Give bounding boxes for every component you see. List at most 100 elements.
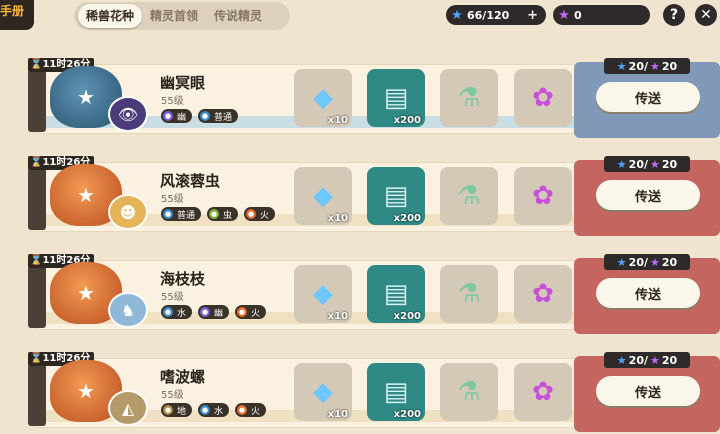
reward-crystal[interactable]: ◆ x10 — [294, 363, 352, 421]
type-badges: ● 幽 ● 普通 — [161, 109, 239, 123]
blue-star-icon: ★ — [616, 353, 627, 367]
type-badge: ● 普通 — [198, 109, 239, 123]
purple-star-icon: ★ — [650, 353, 660, 367]
side-strip — [28, 266, 46, 328]
type-badge: ● 火 — [235, 305, 267, 319]
send-cost: ★ 20/★ 20 — [604, 254, 690, 270]
pet-portrait: ☻ — [108, 194, 148, 230]
book-icon: ▤ — [383, 181, 409, 211]
pet-portrait: ◭ — [108, 390, 148, 426]
reward-crystal[interactable]: ◆ x10 — [294, 265, 352, 323]
item-quantity: x200 — [393, 311, 421, 322]
purple-star-icon: ★ — [650, 59, 660, 73]
fire-type-icon: ● — [246, 209, 257, 219]
reward-potion[interactable]: ⚗ — [440, 363, 498, 421]
type-badges: ● 地 ● 水 ● 火 — [161, 403, 267, 417]
side-strip — [28, 364, 46, 426]
tab-rare-beast-seeds[interactable]: 稀兽花种 — [78, 4, 143, 28]
reward-potion[interactable]: ⚗ — [440, 167, 498, 225]
crystal-icon: ◆ — [313, 83, 333, 113]
reward-emblem[interactable]: ✿ — [514, 363, 572, 421]
send-cost: ★ 20/★ 20 — [604, 58, 690, 74]
top-bar: 手册 稀兽花种 精灵首领 传说精灵 ★ 66/120 + ★ 0 ? ✕ — [0, 0, 720, 34]
side-strip — [28, 168, 46, 230]
pet-level: 55级 — [161, 390, 184, 401]
crystal-icon: ◆ — [313, 377, 333, 407]
reward-crystal[interactable]: ◆ x10 — [294, 69, 352, 127]
close-button[interactable]: ✕ — [695, 4, 717, 26]
emblem-icon: ✿ — [532, 83, 554, 113]
tab-legendary-spirits[interactable]: 传说精灵 — [206, 4, 270, 28]
ground-type-icon: ● — [163, 405, 173, 415]
send-button[interactable]: 传送 — [596, 376, 700, 406]
blue-star-currency: ★ 66/120 + — [446, 5, 546, 25]
item-quantity: x10 — [327, 213, 348, 224]
fire-type-icon: ● — [237, 405, 248, 415]
pet-level: 55级 — [161, 292, 184, 303]
help-button[interactable]: ? — [663, 4, 685, 26]
send-button[interactable]: 传送 — [596, 278, 700, 308]
book-icon: ▤ — [383, 279, 409, 309]
item-quantity: x10 — [327, 311, 348, 322]
reward-potion[interactable]: ⚗ — [440, 265, 498, 323]
purple-star-icon: ★ — [650, 255, 660, 269]
bug-type-icon: ● — [209, 209, 220, 219]
type-badge: ● 火 — [244, 207, 276, 221]
emblem-icon: ✿ — [532, 377, 554, 407]
purple-star-icon: ★ — [558, 7, 570, 23]
ghost-type-icon: ● — [163, 111, 173, 121]
type-badge: ● 普通 — [161, 207, 202, 221]
item-quantity: x10 — [327, 115, 348, 126]
reward-emblem[interactable]: ✿ — [514, 265, 572, 323]
ghost-type-icon: ● — [200, 307, 211, 317]
fire-type-icon: ● — [237, 307, 248, 317]
type-badge: ● 水 — [198, 403, 230, 417]
item-quantity: x200 — [393, 213, 421, 224]
tab-spirit-leaders[interactable]: 精灵首领 — [142, 4, 206, 28]
send-cost: ★ 20/★ 20 — [604, 352, 690, 368]
pet-portrait: ♞ — [108, 292, 148, 328]
potion-icon: ⚗ — [457, 377, 481, 407]
purple-star-count: 0 — [574, 8, 582, 22]
pet-name: 嗜波螺 — [160, 368, 206, 386]
potion-icon: ⚗ — [457, 83, 481, 113]
reward-emblem[interactable]: ✿ — [514, 167, 572, 225]
blue-star-icon: ★ — [451, 7, 463, 23]
type-badge: ● 水 — [161, 305, 193, 319]
send-button[interactable]: 传送 — [596, 180, 700, 210]
blue-star-count: 66/120 — [467, 8, 510, 22]
normal-type-icon: ● — [163, 209, 173, 219]
type-badges: ● 水 ● 幽 ● 火 — [161, 305, 267, 319]
pet-portrait: 👁 — [108, 96, 148, 132]
reward-emblem[interactable]: ✿ — [514, 69, 572, 127]
type-badge: ● 火 — [235, 403, 267, 417]
pet-name: 风滚蓉虫 — [160, 172, 221, 190]
list-item: ⌛11时26分 ★ ♞ 海枝枝 55级 ● 水 ● 幽 ● 火 ◆ x10 ▤ x200 … — [0, 254, 720, 336]
reward-book[interactable]: ▤ x200 — [367, 265, 425, 323]
side-strip — [28, 70, 46, 132]
reward-book[interactable]: ▤ x200 — [367, 167, 425, 225]
purple-star-icon: ★ — [650, 157, 660, 171]
add-blue-star-button[interactable]: + — [527, 8, 538, 23]
pet-name: 幽冥眼 — [160, 74, 206, 92]
reward-book[interactable]: ▤ x200 — [367, 69, 425, 127]
potion-icon: ⚗ — [457, 279, 481, 309]
pet-level: 55级 — [161, 96, 184, 107]
emblem-icon: ✿ — [532, 181, 554, 211]
pet-level: 55级 — [161, 194, 184, 205]
reward-crystal[interactable]: ◆ x10 — [294, 167, 352, 225]
type-badge: ● 幽 — [161, 109, 193, 123]
book-icon: ▤ — [383, 83, 409, 113]
reward-potion[interactable]: ⚗ — [440, 69, 498, 127]
type-badges: ● 普通 ● 虫 ● 火 — [161, 207, 276, 221]
blue-star-icon: ★ — [616, 59, 627, 73]
item-quantity: x200 — [393, 115, 421, 126]
purple-star-currency: ★ 0 — [553, 5, 650, 25]
handbook-tab[interactable]: 手册 — [0, 0, 34, 30]
crystal-icon: ◆ — [313, 279, 333, 309]
type-badge: ● 地 — [161, 403, 193, 417]
list-item: ⌛11时26分 ★ 👁 幽冥眼 55级 ● 幽 ● 普通 ◆ x10 ▤ x200 ⚗ … — [0, 58, 720, 140]
type-badge: ● 虫 — [207, 207, 239, 221]
reward-book[interactable]: ▤ x200 — [367, 363, 425, 421]
send-button[interactable]: 传送 — [596, 82, 700, 112]
